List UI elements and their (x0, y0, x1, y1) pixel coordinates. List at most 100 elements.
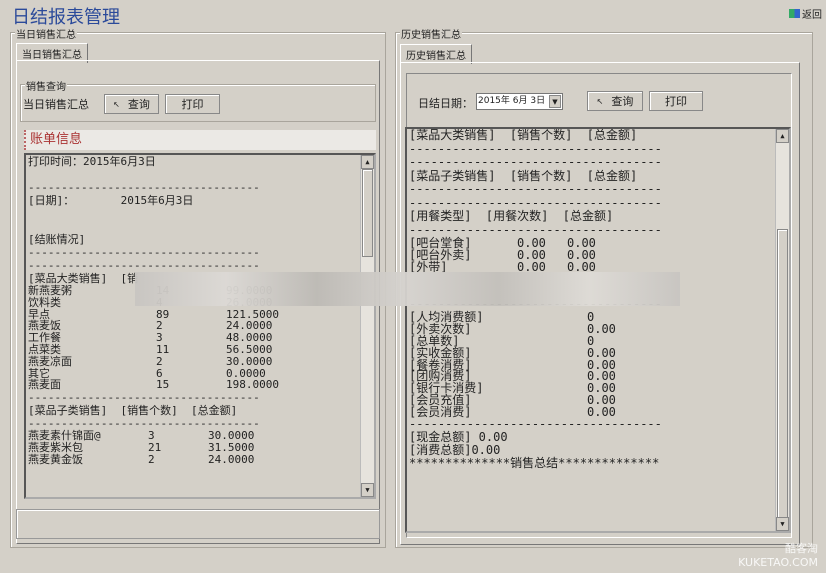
cell: 2 (156, 354, 163, 368)
text-line: [菜品子类销售] [销售个数] [总金额] (409, 168, 638, 183)
cell: 21 (148, 440, 162, 454)
cell: 89 (156, 307, 170, 321)
cell: 0.00 (567, 247, 596, 262)
text-line: ----------------------------------- (409, 141, 662, 156)
subcategory-row: 燕麦黄金饭 2 24.0000 (26, 452, 374, 466)
date-picker[interactable]: 2015年 6月 3日 ▼ (476, 93, 563, 110)
text-line: ----------------------------------- (28, 181, 260, 194)
scrollbar[interactable]: ▲ ▼ (360, 155, 374, 497)
cell: [吧台外卖] (409, 247, 472, 262)
text-line (26, 168, 374, 181)
cell: 56.5000 (226, 342, 273, 356)
back-button[interactable]: 返回 (789, 6, 822, 21)
group-label: 当日销售汇总 (15, 26, 77, 41)
cell: [会员充值] (409, 392, 472, 407)
text-line: 打印时间：2015年6月3日 (28, 155, 156, 168)
date-label: 日结日期： (418, 97, 473, 110)
scroll-up-icon[interactable]: ▲ (776, 129, 789, 143)
text-line: [结账情况] (28, 233, 86, 246)
text-line: ----------------------------------- (409, 195, 662, 210)
text-line: ----------------------------------- (28, 246, 260, 259)
cell: 燕麦面 (28, 378, 61, 392)
text-line: ----------------------------------- (409, 222, 662, 237)
text-line: [用餐类型] [用餐次数] [总金额] (409, 209, 614, 223)
subcategory-row: 燕麦紫米包 21 31.5000 (26, 442, 374, 454)
category-row: 燕麦面 15 198.0000 (26, 379, 374, 391)
category-row: 点菜类 11 56.5000 (26, 344, 374, 356)
text-line (26, 207, 374, 220)
cell: 2 (148, 452, 155, 466)
cell: 燕麦黄金饭 (28, 452, 83, 466)
scroll-up-icon[interactable]: ▲ (361, 155, 374, 169)
cell: 24.0000 (208, 452, 255, 466)
scroll-thumb[interactable] (777, 229, 788, 519)
cell: 0.00 (517, 247, 546, 262)
cell: 30.0000 (226, 354, 273, 368)
search-icon: ↖ (113, 99, 120, 109)
dash-line: ----------------------------------- (409, 416, 662, 431)
group-label: 历史销售汇总 (400, 26, 462, 41)
stat-row: [实收金额] 0.00 (407, 347, 789, 359)
query-label: 当日销售汇总 (23, 98, 89, 111)
scrollbar[interactable]: ▲ ▼ (775, 129, 789, 531)
consume-total: [消费总额]0.00 (409, 442, 501, 457)
history-query-button[interactable]: ↖ 查询 (587, 91, 643, 111)
text-line: ----------------------------------- (28, 259, 260, 272)
text-line (26, 220, 374, 233)
history-textarea[interactable]: [菜品大类销售] [销售个数] [总金额] -------------------… (405, 127, 791, 533)
category-row: 早点 89 121.5000 (26, 307, 374, 321)
cell: 11 (156, 342, 170, 356)
cell: [总单数] (409, 333, 460, 348)
cell: 2 (156, 319, 163, 333)
status-box (16, 509, 380, 539)
sales-summary: **************销售总结************** (409, 455, 660, 470)
meal-row: [外带] 0.00 0.00 (407, 261, 789, 273)
cell: 198.0000 (226, 378, 279, 392)
search-icon: ↖ (596, 96, 604, 106)
stat-row: [会员充值] 0.00 (407, 394, 789, 406)
query-label-text: 查询 (127, 98, 150, 111)
category-row: 燕麦饭 2 24.0000 (26, 320, 374, 332)
history-print-button[interactable]: 打印 (649, 91, 703, 111)
category-row: 工作餐 3 48.0000 (26, 332, 374, 344)
stat-row: [总单数] 0 (407, 335, 789, 347)
back-icon (789, 9, 800, 18)
scroll-down-icon[interactable]: ▼ (361, 483, 374, 497)
text-line: ----------------------------------- (409, 155, 662, 169)
print-button[interactable]: 打印 (165, 94, 220, 114)
cell: 0.00 (587, 404, 616, 419)
query-button[interactable]: ↖ 查询 (104, 94, 159, 114)
cell: [会员消费] (409, 404, 472, 419)
cell: 0 (587, 333, 595, 348)
chevron-down-icon[interactable]: ▼ (549, 95, 561, 108)
blur-redaction (135, 272, 680, 306)
bill-textarea[interactable]: 打印时间：2015年6月3日 --------------------------… (24, 153, 376, 499)
back-label: 返回 (802, 10, 822, 21)
text-line: [菜品大类销售] [销售个数] [总金额] (409, 128, 638, 142)
scroll-thumb[interactable] (362, 169, 373, 257)
meal-row: [吧台外卖] 0.00 0.00 (407, 249, 789, 261)
cell: 0.00 (587, 392, 616, 407)
watermark: 酷客淘 KUKETAO.COM (738, 542, 818, 569)
cell: 燕麦凉面 (28, 354, 72, 368)
cell: 31.5000 (208, 440, 255, 454)
sub-header: [菜品子类销售] [销售个数] [总金额] (28, 404, 238, 418)
cell: 15 (156, 378, 170, 392)
cell: 0.00 (587, 345, 616, 360)
tab-history-sales[interactable]: 历史销售汇总 (400, 44, 472, 64)
bill-info-header: 账单信息 (24, 130, 376, 150)
cell: 0.00 (517, 259, 546, 274)
stat-row: [会员消费] 0.00 (407, 406, 789, 418)
group-label: 销售查询 (25, 78, 67, 93)
scroll-down-icon[interactable]: ▼ (776, 517, 789, 531)
cell: [实收金额] (409, 345, 472, 360)
stat-row: [外卖次数] 0.00 (407, 323, 789, 335)
cell: 燕麦紫米包 (28, 440, 83, 454)
dash-line: ----------------------------------- (28, 391, 260, 405)
category-row: 其它 6 0.0000 (26, 367, 374, 380)
query-label-text: 查询 (611, 95, 634, 108)
text-line: [日期]： 2015年6月3日 (28, 194, 194, 207)
category-row: 燕麦凉面 2 30.0000 (26, 354, 374, 368)
cash-total: [现金总额] 0.00 (409, 429, 508, 444)
date-value: 2015年 6月 3日 (478, 96, 546, 106)
